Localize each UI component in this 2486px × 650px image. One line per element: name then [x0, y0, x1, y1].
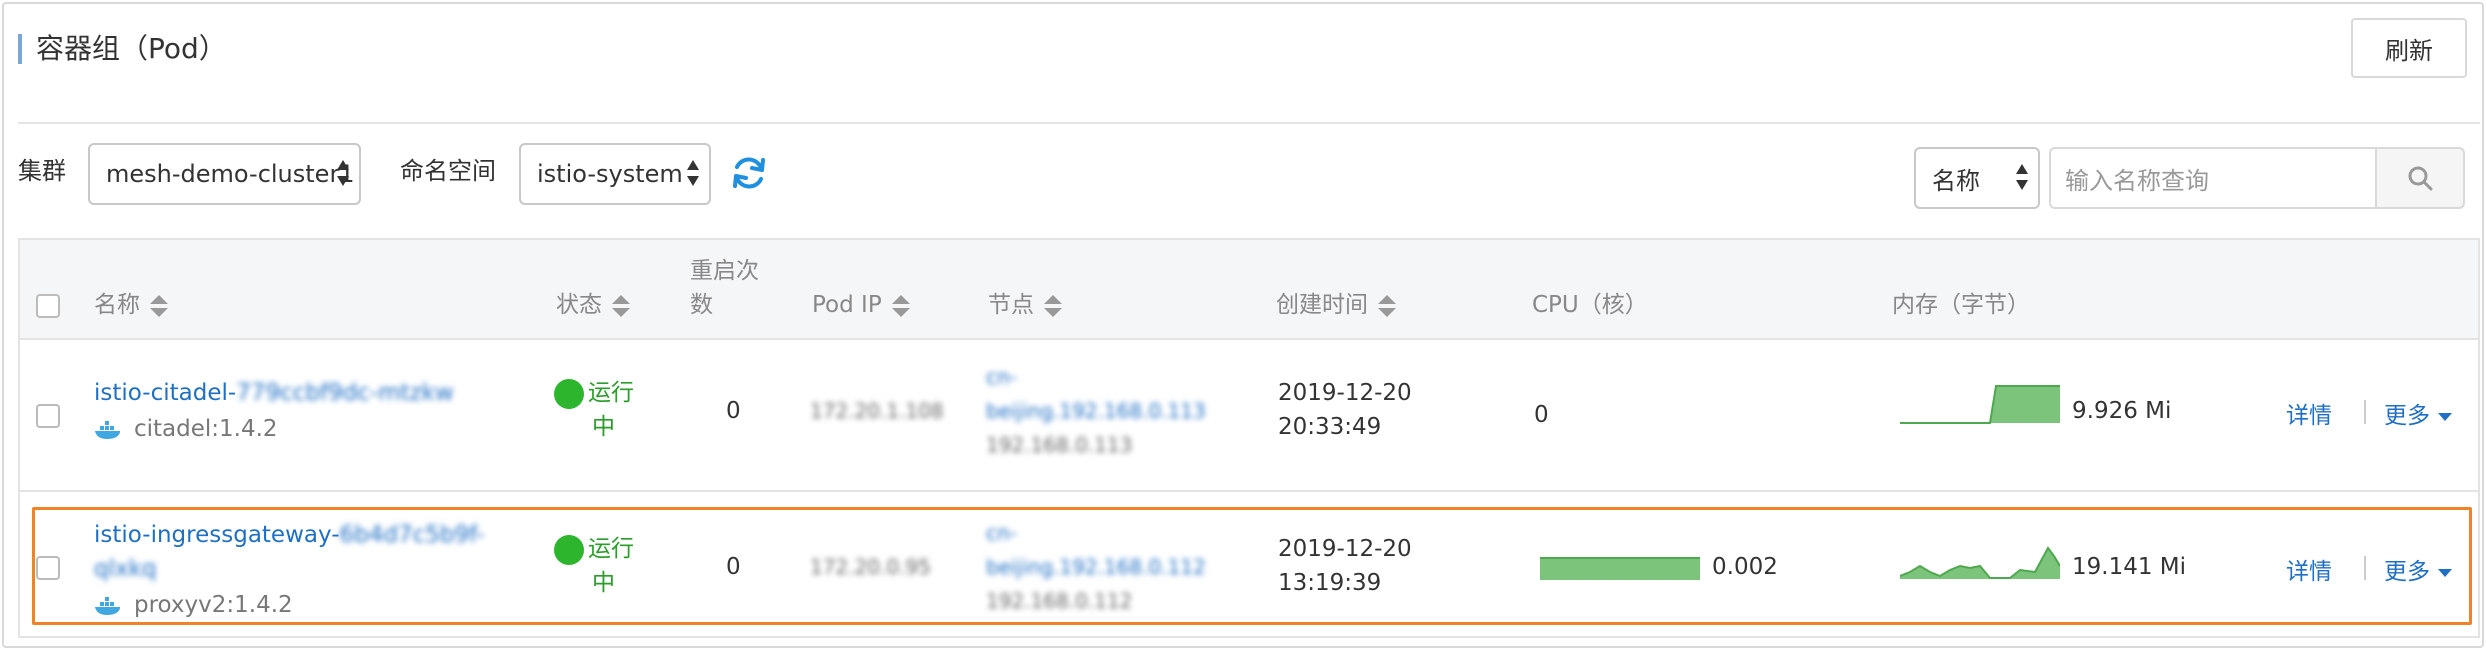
pod-image: citadel:1.4.2 — [94, 412, 278, 446]
refresh-button[interactable]: 刷新 — [2351, 18, 2467, 78]
memory-sparkline — [1900, 376, 2060, 424]
cpu-sparkline — [1540, 532, 1700, 580]
pod-ip: 172.20.1.108 — [810, 399, 944, 423]
row-checkbox[interactable] — [36, 556, 60, 580]
pod-table: 名称 状态 重启次数 Pod IP 节点 创建时间 CPU（核） 内存（字节） … — [18, 238, 2480, 638]
namespace-select[interactable]: istio-system — [519, 143, 711, 205]
restart-count: 0 — [726, 398, 741, 424]
status-running: 运行 中 — [554, 376, 634, 444]
more-menu[interactable]: 更多 — [2384, 552, 2452, 586]
action-divider — [2364, 400, 2366, 424]
node-link[interactable]: cn- beijing.192.168.0.112 192.168.0.112 — [986, 516, 1206, 618]
header-divider — [18, 122, 2480, 124]
search-icon — [2408, 166, 2433, 191]
page-title: 容器组（Pod） — [36, 32, 227, 65]
cluster-select-value: mesh-demo-cluster1 — [106, 160, 355, 188]
title-accent-bar — [18, 34, 22, 64]
node-link[interactable]: cn- beijing.192.168.0.113 192.168.0.113 — [986, 360, 1206, 462]
column-pod-ip[interactable]: Pod IP — [812, 288, 910, 322]
caret-down-icon — [2438, 412, 2452, 421]
column-restarts: 重启次数 — [690, 258, 759, 318]
created-time: 2019-12-20 13:19:39 — [1278, 536, 1412, 596]
memory-value: 9.926 Mi — [2072, 398, 2172, 424]
select-arrows-icon — [337, 160, 349, 190]
cluster-label: 集群 — [18, 157, 66, 185]
sort-icon — [150, 294, 168, 317]
pod-ip: 172.20.0.95 — [810, 555, 931, 579]
column-status[interactable]: 状态 — [556, 288, 630, 322]
docker-icon — [95, 596, 120, 615]
column-cpu: CPU（核） — [1532, 292, 1648, 318]
action-divider — [2364, 556, 2366, 580]
search-field-select[interactable]: 名称 — [1914, 147, 2040, 209]
pod-name-link[interactable]: istio-citadel-779ccbf9dc-mtzkw — [94, 376, 454, 410]
status-dot-icon — [554, 378, 584, 409]
select-arrows-icon — [2016, 164, 2028, 194]
cpu-value: 0.002 — [1712, 554, 1778, 580]
pod-image: proxyv2:1.4.2 — [94, 588, 293, 622]
detail-link[interactable]: 详情 — [2286, 552, 2332, 586]
search-input[interactable]: 输入名称查询 — [2049, 147, 2375, 209]
cluster-select[interactable]: mesh-demo-cluster1 — [88, 143, 361, 205]
more-menu[interactable]: 更多 — [2384, 396, 2452, 430]
column-created[interactable]: 创建时间 — [1276, 288, 1396, 322]
column-memory: 内存（字节） — [1892, 292, 2030, 318]
search-field-value: 名称 — [1932, 166, 1980, 195]
namespace-select-value: istio-system — [537, 160, 683, 188]
status-dot-icon — [554, 534, 584, 565]
column-name[interactable]: 名称 — [94, 288, 168, 322]
sort-icon — [612, 294, 630, 317]
detail-link[interactable]: 详情 — [2286, 396, 2332, 430]
search-button[interactable] — [2375, 147, 2465, 209]
status-running: 运行 中 — [554, 532, 634, 600]
column-node[interactable]: 节点 — [988, 288, 1062, 322]
select-all-checkbox[interactable] — [36, 294, 60, 318]
memory-value: 19.141 Mi — [2072, 554, 2187, 580]
cpu-value: 0 — [1534, 402, 1549, 428]
sort-icon — [1378, 294, 1396, 317]
sort-icon — [1044, 294, 1062, 317]
caret-down-icon — [2438, 568, 2452, 577]
pod-name-link[interactable]: istio-ingressgateway-6b4d7c5b9f- qlxkq — [94, 518, 484, 586]
memory-sparkline — [1900, 532, 2060, 580]
row-divider — [20, 490, 2478, 492]
select-arrows-icon — [687, 160, 699, 190]
row-checkbox[interactable] — [36, 404, 60, 428]
namespace-label: 命名空间 — [400, 157, 496, 185]
refresh-icon[interactable] — [730, 154, 768, 192]
restart-count: 0 — [726, 554, 741, 580]
table-header: 名称 状态 重启次数 Pod IP 节点 创建时间 CPU（核） 内存（字节） — [20, 240, 2478, 340]
created-time: 2019-12-20 20:33:49 — [1278, 380, 1412, 440]
docker-icon — [95, 420, 120, 439]
sort-icon — [891, 294, 910, 317]
